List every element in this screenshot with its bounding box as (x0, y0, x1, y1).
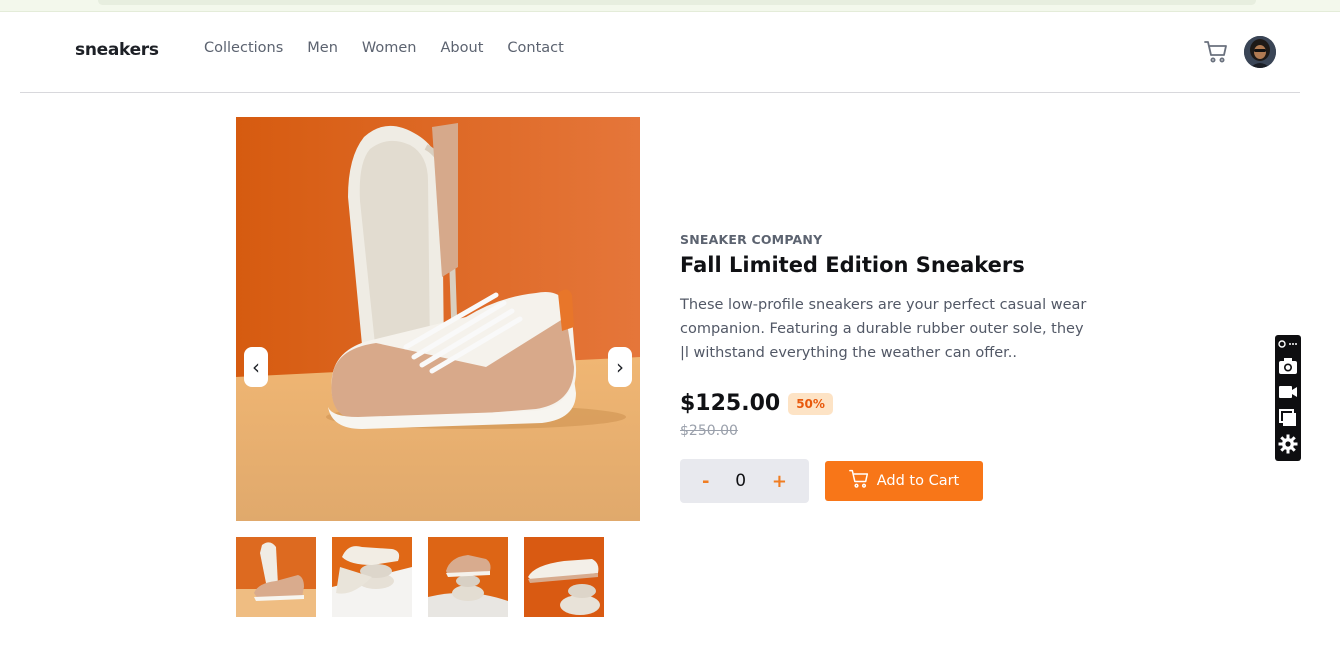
copy-icon[interactable] (1278, 408, 1298, 428)
product-company: SNEAKER COMPANY (680, 232, 823, 247)
site-header: sneakers Collections Men Women About Con… (20, 12, 1300, 93)
thumbnail-2[interactable] (332, 537, 412, 617)
quantity-minus-button[interactable]: - (702, 471, 709, 492)
camera-icon[interactable] (1278, 356, 1298, 376)
nav-women[interactable]: Women (362, 40, 417, 56)
chevron-right-icon: › (616, 355, 624, 379)
gallery-next-button[interactable]: › (608, 347, 632, 387)
product-main-image[interactable]: ‹ › (236, 117, 640, 521)
nav-about[interactable]: About (441, 40, 484, 56)
browser-top-strip (0, 0, 1340, 12)
thumbnail-3[interactable] (428, 537, 508, 617)
site-logo[interactable]: sneakers (75, 40, 159, 60)
gear-icon[interactable] (1278, 434, 1298, 454)
add-to-cart-label: Add to Cart (876, 473, 960, 489)
main-nav: Collections Men Women About Contact (204, 40, 564, 56)
product-title: Fall Limited Edition Sneakers (680, 253, 1025, 277)
current-price: $125.00 (680, 391, 781, 416)
link-icon[interactable] (1278, 338, 1298, 350)
user-avatar[interactable] (1244, 36, 1276, 68)
product-description: These low-profile sneakers are your perf… (680, 297, 1087, 361)
nav-collections[interactable]: Collections (204, 40, 283, 56)
add-to-cart-button[interactable]: Add to Cart (825, 461, 983, 501)
discount-badge: 50% (788, 392, 833, 415)
nav-contact[interactable]: Contact (507, 40, 563, 56)
thumbnail-strip (236, 537, 604, 617)
thumbnail-1[interactable] (236, 537, 316, 617)
quantity-value: 0 (735, 471, 747, 491)
original-price: $250.00 (680, 423, 738, 439)
chevron-left-icon: ‹ (252, 355, 260, 379)
cart-icon (848, 469, 869, 493)
price-row: $125.00 50% (680, 391, 833, 416)
cart-icon[interactable] (1204, 40, 1228, 64)
thumbnail-4[interactable] (524, 537, 604, 617)
quantity-plus-button[interactable]: + (772, 471, 787, 492)
gallery-prev-button[interactable]: ‹ (244, 347, 268, 387)
address-bar-edge (98, 0, 1256, 5)
quantity-stepper: - 0 + (680, 459, 809, 503)
video-icon[interactable] (1278, 382, 1298, 402)
nav-men[interactable]: Men (307, 40, 338, 56)
screen-capture-toolbar (1275, 335, 1301, 461)
product-info: SNEAKER COMPANY Fall Limited Edition Sne… (680, 232, 1100, 365)
